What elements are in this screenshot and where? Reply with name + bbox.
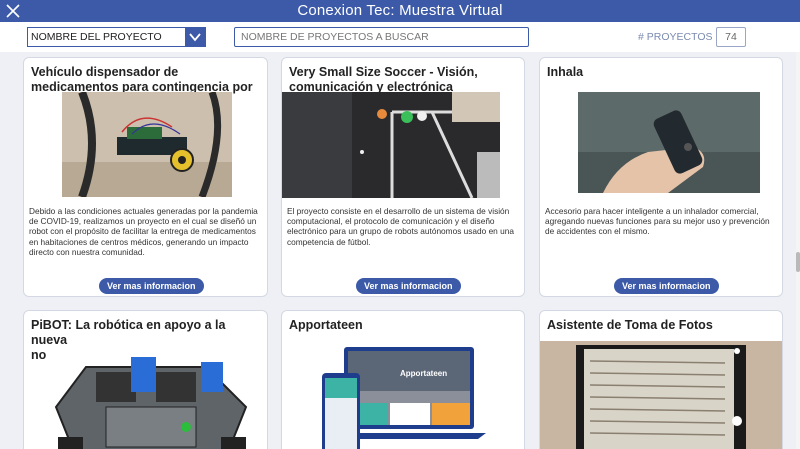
project-count-label: # PROYECTOS xyxy=(638,31,713,43)
apportateen-screen-title: Apportateen xyxy=(400,369,448,378)
project-title: Apportateen xyxy=(289,318,363,332)
project-image[interactable] xyxy=(540,341,782,449)
projects-gallery: Vehículo dispensador de medicamentos par… xyxy=(0,52,796,449)
chevron-down-icon[interactable] xyxy=(185,28,205,46)
project-title: Very Small Size Soccer - Visión, comunic… xyxy=(289,65,478,94)
project-title: Vehículo dispensador de medicamentos par… xyxy=(31,65,253,94)
project-image[interactable] xyxy=(282,92,500,198)
toolbar: NOMBRE DEL PROYECTO # PROYECTOS 74 xyxy=(0,22,800,52)
project-card[interactable]: PiBOT: La robótica en apoyo a la nueva n… xyxy=(23,310,268,449)
project-image[interactable]: Apportateen xyxy=(318,343,496,449)
project-card[interactable]: Vehículo dispensador de medicamentos par… xyxy=(23,57,268,297)
project-image[interactable] xyxy=(62,92,232,197)
project-image[interactable] xyxy=(578,92,760,193)
project-card[interactable]: Inhala Accesorio para hacer inteligente … xyxy=(539,57,783,297)
project-description: Debido a las condiciones actuales genera… xyxy=(29,206,258,257)
project-card[interactable]: Apportateen Apportateen xyxy=(281,310,525,449)
title-bar: Conexion Tec: Muestra Virtual xyxy=(0,0,800,22)
scrollbar-thumb[interactable] xyxy=(796,252,800,272)
more-info-button[interactable]: Ver mas informacion xyxy=(614,278,719,294)
more-info-button[interactable]: Ver mas informacion xyxy=(99,278,204,294)
more-info-button[interactable]: Ver mas informacion xyxy=(356,278,461,294)
app-title: Conexion Tec: Muestra Virtual xyxy=(297,2,503,19)
project-card[interactable]: Very Small Size Soccer - Visión, comunic… xyxy=(281,57,525,297)
project-title: Inhala xyxy=(547,65,584,79)
filter-dropdown[interactable]: NOMBRE DEL PROYECTO xyxy=(27,27,206,47)
search-input[interactable] xyxy=(234,27,529,47)
project-image[interactable] xyxy=(46,347,254,449)
project-description: Accesorio para hacer inteligente a un in… xyxy=(545,206,770,237)
vertical-scrollbar[interactable] xyxy=(796,52,800,449)
project-description: El proyecto consiste en el desarrollo de… xyxy=(287,206,514,247)
project-count-value: 74 xyxy=(716,27,746,47)
filter-selected-value: NOMBRE DEL PROYECTO xyxy=(31,31,162,43)
project-title: Asistente de Toma de Fotos xyxy=(547,318,713,332)
project-card[interactable]: Asistente de Toma de Fotos xyxy=(539,310,783,449)
